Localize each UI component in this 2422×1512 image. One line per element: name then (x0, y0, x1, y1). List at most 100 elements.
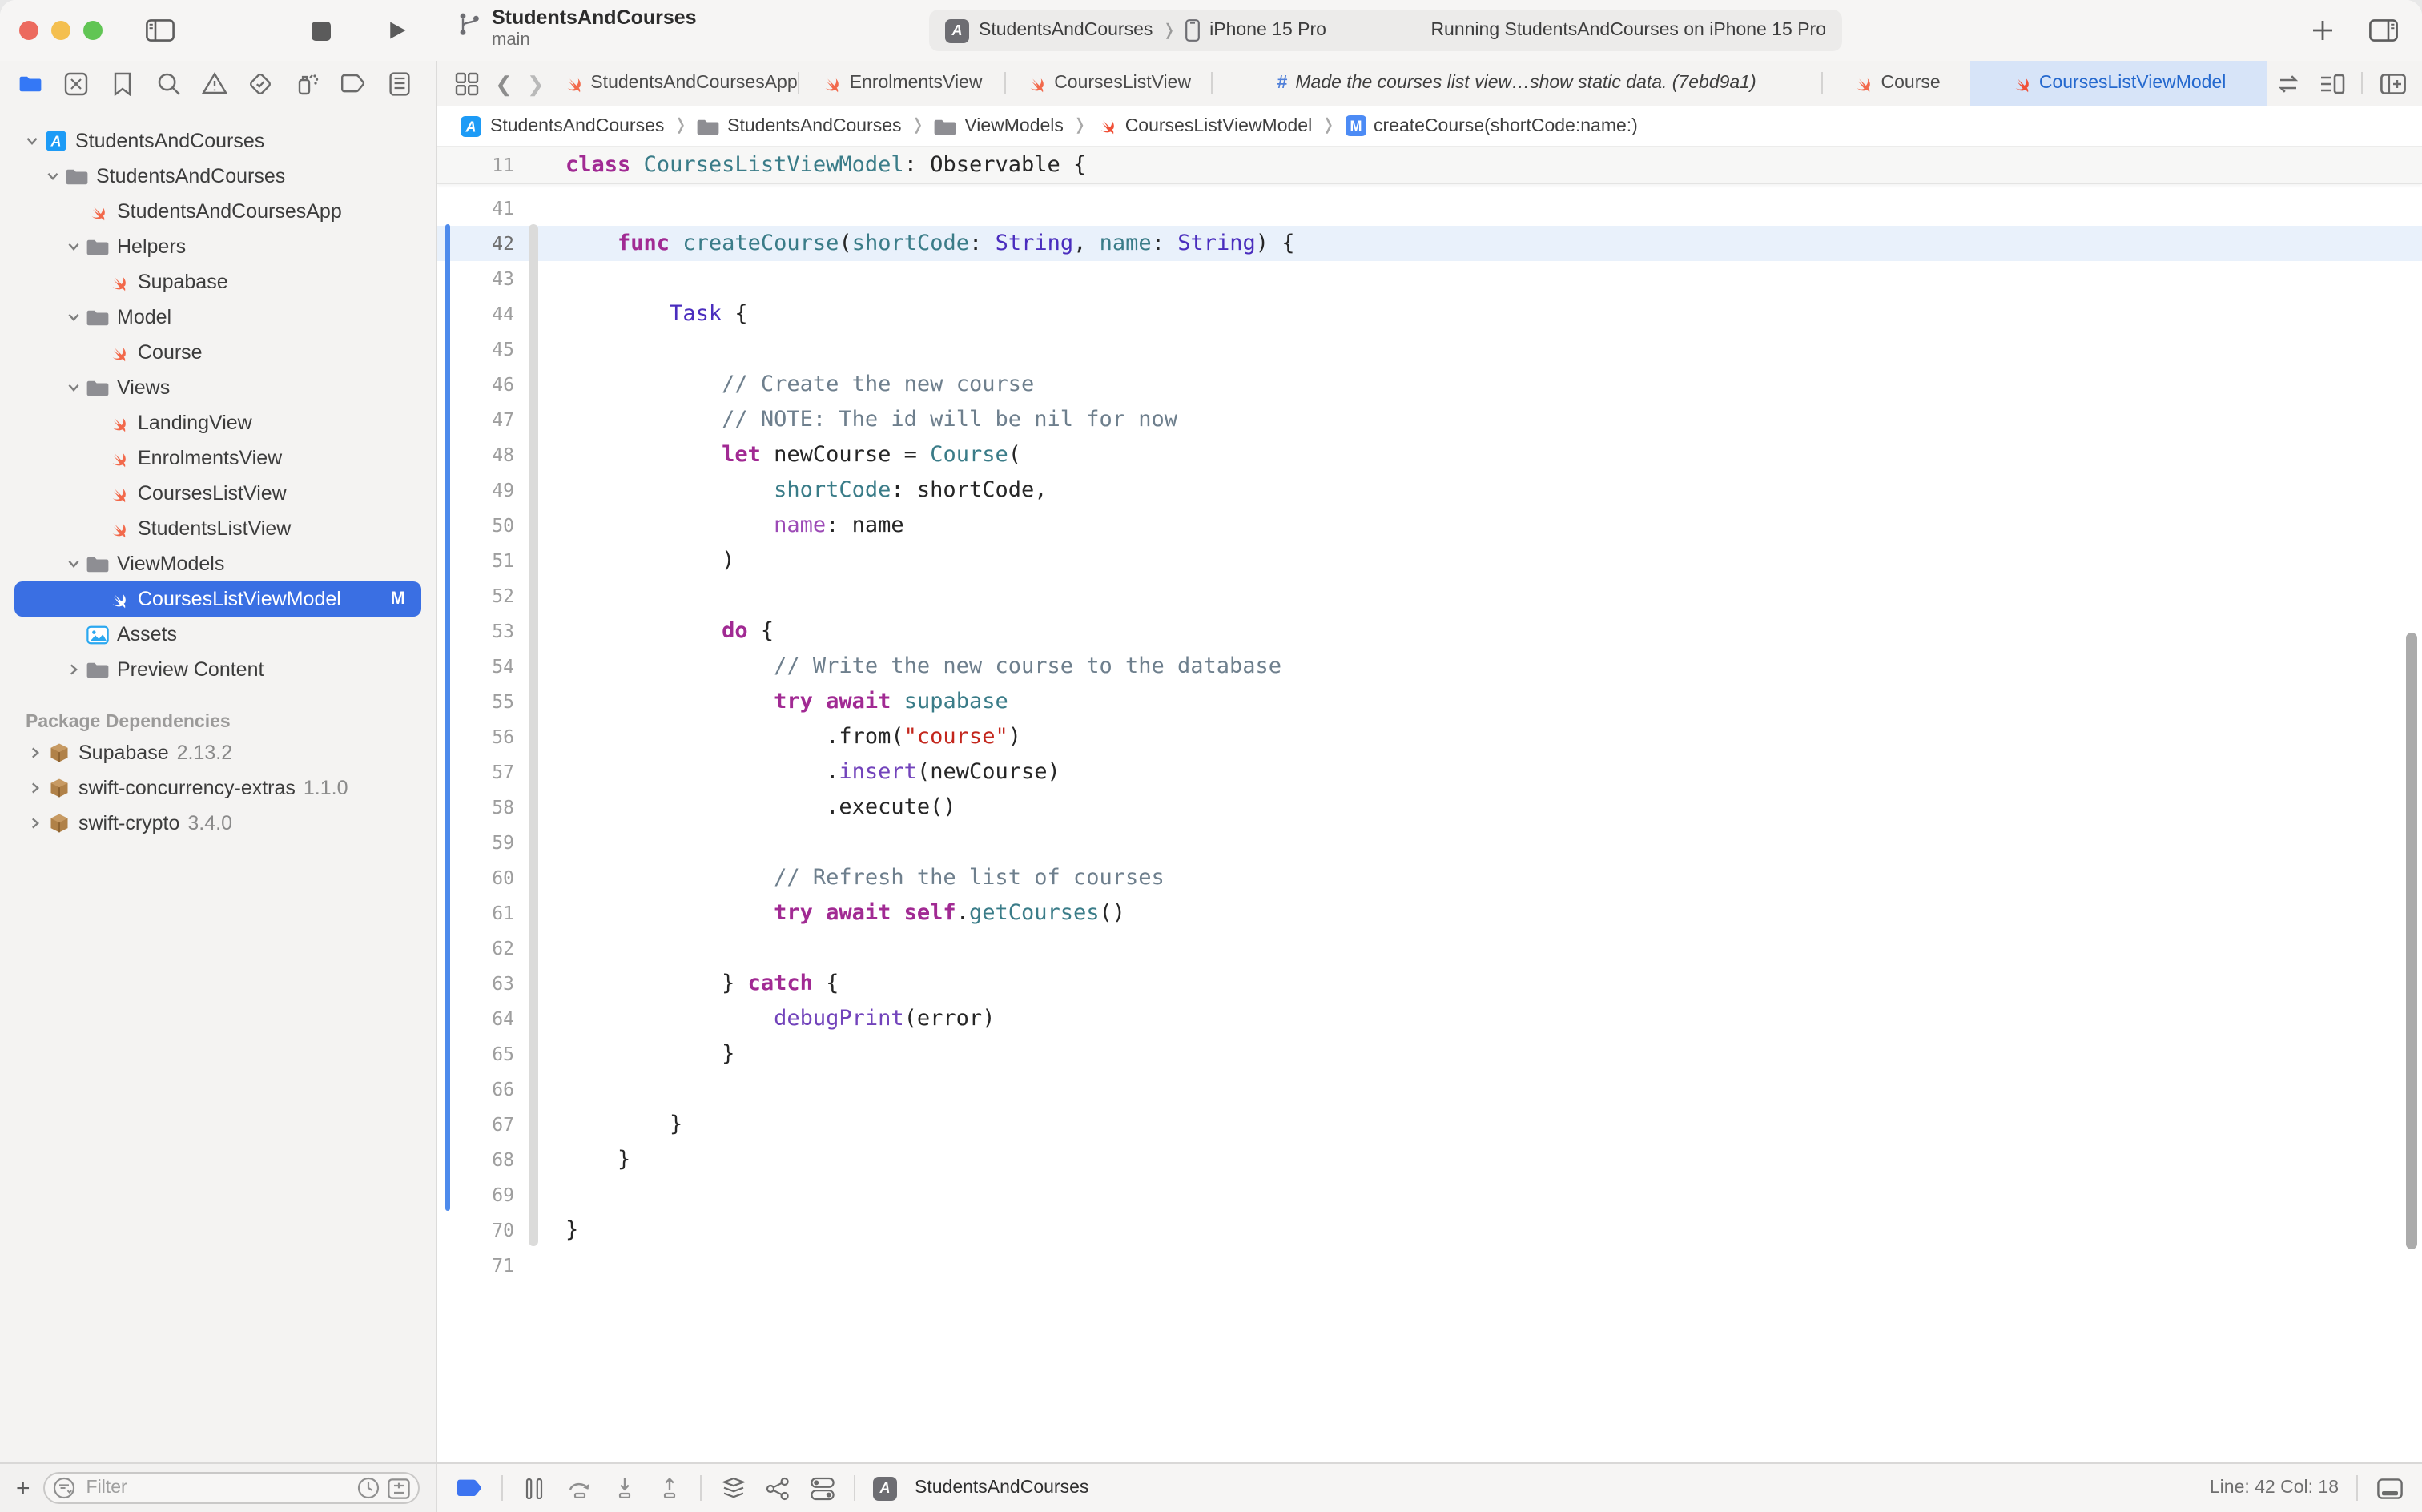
line-number[interactable]: 61 (437, 895, 537, 931)
tab-overview-icon[interactable] (453, 70, 481, 97)
add-file-button[interactable]: + (16, 1476, 30, 1500)
navigator-issues-icon[interactable] (201, 70, 228, 97)
tab-studentsandcoursesapp[interactable]: StudentsAndCoursesApp (557, 61, 798, 106)
code-line-54[interactable]: 54 // Write the new course to the databa… (437, 649, 2422, 684)
code-line-55[interactable]: 55 try await supabase (437, 684, 2422, 719)
code-line-41[interactable]: 41 (437, 191, 2422, 226)
sidebar-item-courseslistview[interactable]: CoursesListView (0, 476, 436, 511)
close-window-button[interactable] (19, 21, 38, 40)
line-number[interactable]: 60 (437, 860, 537, 895)
line-number[interactable]: 51 (437, 543, 537, 578)
disclosure-chevron-icon[interactable] (64, 311, 82, 324)
code-line-49[interactable]: 49 shortCode: shortCode, (437, 472, 2422, 508)
disclosure-chevron-icon[interactable] (64, 240, 82, 253)
disclosure-chevron-icon[interactable] (26, 817, 43, 830)
code-text[interactable]: // Write the new course to the database (565, 649, 1281, 684)
code-line-51[interactable]: 51 ) (437, 543, 2422, 578)
navigator-project-icon[interactable] (16, 70, 43, 97)
disclosure-chevron-icon[interactable] (43, 170, 61, 183)
code-line-59[interactable]: 59 (437, 825, 2422, 860)
tab-courseslistviewmodel[interactable]: CoursesListViewModel (1970, 61, 2267, 106)
step-into-button[interactable] (610, 1474, 638, 1502)
view-hierarchy-button[interactable] (719, 1474, 746, 1502)
navigator-reports-icon[interactable] (386, 70, 413, 97)
toggle-inspector-sidebar-button[interactable] (2368, 14, 2400, 46)
sidebar-item-landingview[interactable]: LandingView (0, 405, 436, 440)
code-text[interactable]: try await supabase (565, 684, 1008, 719)
code-text[interactable]: let newCourse = Course( (565, 437, 1021, 472)
code-text[interactable]: func createCourse(shortCode: String, nam… (565, 226, 1295, 261)
filter-input[interactable] (83, 1477, 349, 1499)
sidebar-item-studentslistview[interactable]: StudentsListView (0, 511, 436, 546)
filter-field[interactable] (43, 1472, 420, 1504)
breadcrumb-item[interactable]: StudentsAndCourses (697, 116, 901, 135)
code-text[interactable]: ) (565, 543, 734, 578)
line-number[interactable]: 47 (437, 402, 537, 437)
line-number[interactable]: 54 (437, 649, 537, 684)
scheme-status-pill[interactable]: A StudentsAndCourses ❭ iPhone 15 Pro Run… (929, 10, 1842, 51)
line-number[interactable]: 44 (437, 296, 537, 332)
disclosure-chevron-icon[interactable] (22, 135, 40, 147)
code-line-61[interactable]: 61 try await self.getCourses() (437, 895, 2422, 931)
code-line-62[interactable]: 62 (437, 931, 2422, 966)
code-folding-ribbon[interactable] (529, 224, 538, 1246)
code-text[interactable]: .from("course") (565, 719, 1021, 754)
navigator-tests-icon[interactable] (247, 70, 275, 97)
code-line-50[interactable]: 50 name: name (437, 508, 2422, 543)
code-line-42[interactable]: 42 func createCourse(shortCode: String, … (437, 226, 2422, 261)
code-text[interactable]: .insert(newCourse) (565, 754, 1060, 790)
code-text[interactable]: Task { (565, 296, 748, 332)
line-number[interactable]: 46 (437, 367, 537, 402)
code-line-53[interactable]: 53 do { (437, 613, 2422, 649)
disclosure-chevron-icon[interactable] (64, 381, 82, 394)
line-number[interactable]: 57 (437, 754, 537, 790)
code-line-64[interactable]: 64 debugPrint(error) (437, 1001, 2422, 1036)
running-app-label[interactable]: StudentsAndCourses (915, 1478, 1088, 1498)
code-line-47[interactable]: 47 // NOTE: The id will be nil for now (437, 402, 2422, 437)
navigator-bookmarks-icon[interactable] (109, 70, 136, 97)
breadcrumb-item[interactable]: CoursesListViewModel (1096, 115, 1313, 136)
sidebar-item-course[interactable]: Course (0, 335, 436, 370)
minimize-window-button[interactable] (51, 21, 70, 40)
step-out-button[interactable] (655, 1474, 682, 1502)
sidebar-item-views[interactable]: Views (0, 370, 436, 405)
navigator-debug-icon[interactable] (294, 70, 321, 97)
code-line-71[interactable]: 71 (437, 1248, 2422, 1283)
breadcrumb-item[interactable]: ViewModels (934, 116, 1064, 135)
line-number[interactable]: 41 (437, 191, 537, 226)
code-line-67[interactable]: 67 } (437, 1107, 2422, 1142)
line-number[interactable]: 42 (437, 226, 537, 261)
disclosure-chevron-icon[interactable] (64, 557, 82, 570)
code-text[interactable]: class CoursesListViewModel: Observable { (565, 147, 1086, 183)
code-line-60[interactable]: 60 // Refresh the list of courses (437, 860, 2422, 895)
line-number[interactable]: 59 (437, 825, 537, 860)
package-item-swift-concurrency-extras[interactable]: swift-concurrency-extras1.1.0 (0, 770, 436, 806)
code-line-44[interactable]: 44 Task { (437, 296, 2422, 332)
navigator-find-icon[interactable] (155, 70, 182, 97)
line-number[interactable]: 56 (437, 719, 537, 754)
sticky-declaration-line[interactable]: 11class CoursesListViewModel: Observable… (437, 147, 2422, 184)
code-line-65[interactable]: 65 } (437, 1036, 2422, 1072)
memory-graph-button[interactable] (764, 1474, 791, 1502)
sidebar-item-helpers[interactable]: Helpers (0, 229, 436, 264)
line-number[interactable]: 43 (437, 261, 537, 296)
run-button[interactable] (381, 14, 413, 46)
line-number[interactable]: 71 (437, 1248, 537, 1283)
sidebar-item-courseslistviewmodel[interactable]: CoursesListViewModelM (14, 581, 421, 617)
scm-status-filter-icon[interactable] (388, 1478, 410, 1498)
package-item-swift-crypto[interactable]: swift-crypto3.4.0 (0, 806, 436, 841)
code-line-66[interactable]: 66 (437, 1072, 2422, 1107)
code-text[interactable]: do { (565, 613, 774, 649)
line-number[interactable]: 58 (437, 790, 537, 825)
code-line-56[interactable]: 56 .from("course") (437, 719, 2422, 754)
editor-options-icon[interactable] (2318, 70, 2345, 97)
tab-course[interactable]: Course (1823, 61, 1970, 106)
code-text[interactable]: } (565, 1036, 734, 1072)
line-number[interactable]: 53 (437, 613, 537, 649)
zoom-window-button[interactable] (83, 21, 103, 40)
code-area[interactable]: 11class CoursesListViewModel: Observable… (437, 147, 2422, 1464)
toggle-navigator-sidebar-button[interactable] (144, 14, 176, 46)
code-text[interactable]: } (565, 1142, 630, 1177)
line-number[interactable]: 70 (437, 1212, 537, 1248)
code-line-69[interactable]: 69 (437, 1177, 2422, 1212)
